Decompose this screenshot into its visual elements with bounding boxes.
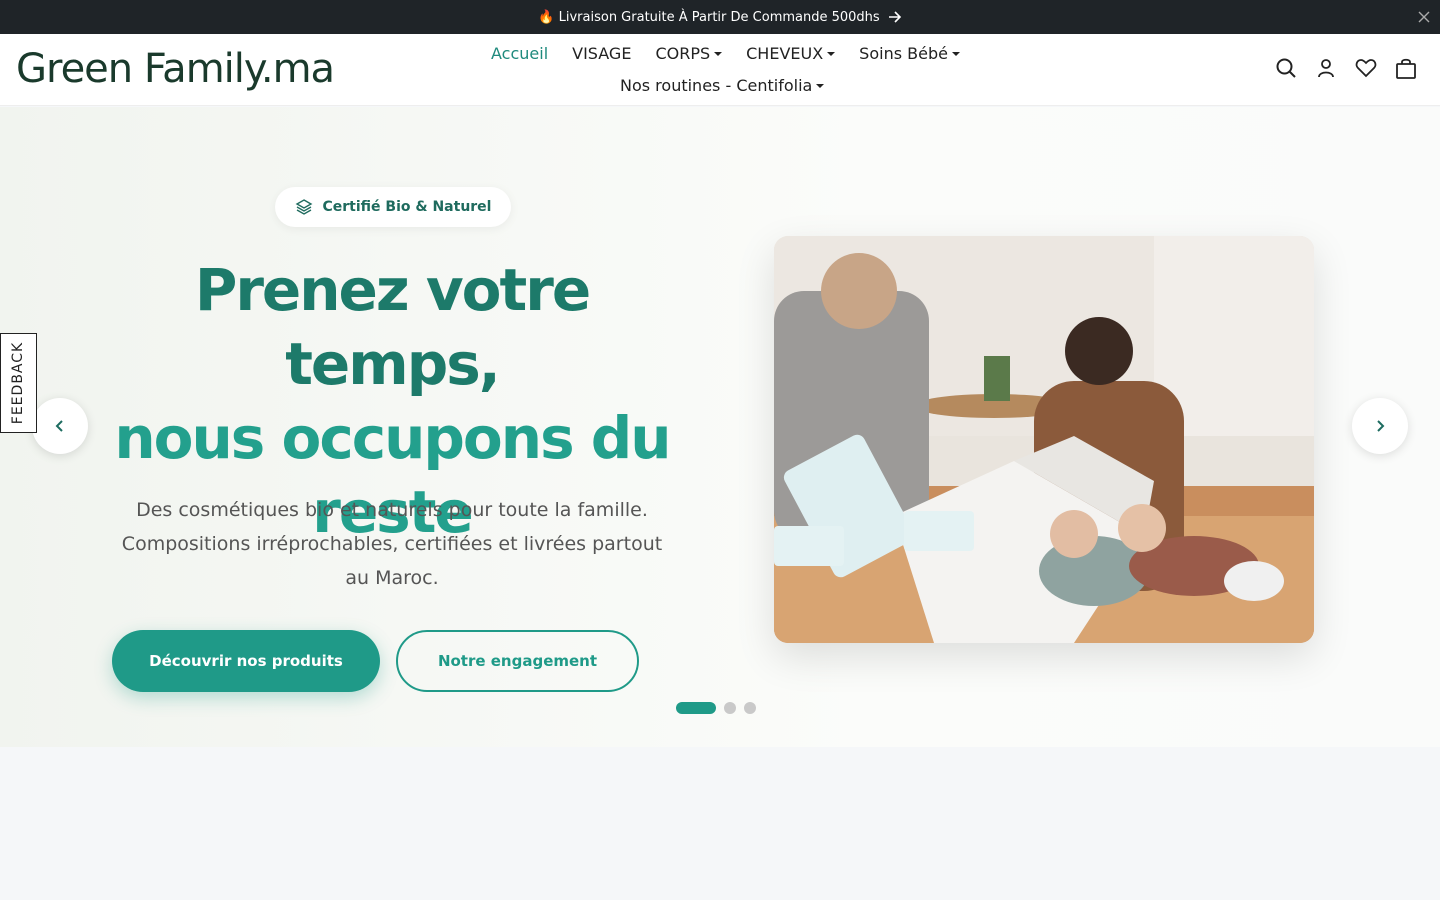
nav-item-cheveux[interactable]: CHEVEUX [746,44,836,63]
chevron-right-icon [1377,420,1385,432]
wishlist-heart-icon[interactable] [1354,56,1378,80]
caret-down-icon [714,51,723,56]
site-header: Green Family.ma Accueil VISAGE CORPS CHE… [0,34,1440,106]
header-actions [1274,56,1418,80]
nav-item-corps[interactable]: CORPS [655,44,723,63]
caret-down-icon [951,51,960,56]
nav-label: CHEVEUX [746,44,824,63]
main-nav: Accueil VISAGE CORPS CHEVEUX Soins Bébé [491,44,960,63]
close-icon[interactable] [1416,9,1432,25]
announcement-text[interactable]: 🔥 Livraison Gratuite À Partir De Command… [538,10,879,25]
announcement-bar[interactable]: 🔥 Livraison Gratuite À Partir De Command… [0,0,1440,34]
hero-description: Des cosmétiques bio et naturels pour tou… [121,499,663,589]
carousel-dot-2[interactable] [724,702,736,714]
cart-bag-icon[interactable] [1394,56,1418,80]
badge-label: Certifié Bio & Naturel [322,199,492,215]
caret-down-icon [816,83,825,88]
nav-item-soins-bebe[interactable]: Soins Bébé [859,44,960,63]
discover-products-button[interactable]: Découvrir nos produits [112,630,380,692]
nav-label: CORPS [655,44,711,63]
layers-icon [295,199,312,215]
site-logo[interactable]: Green Family.ma [16,46,335,92]
carousel-dot-1[interactable] [676,702,716,714]
nav-item-visage[interactable]: VISAGE [572,44,631,63]
feedback-tab[interactable]: FEEDBACK [0,333,37,433]
carousel-pagination [676,702,756,714]
main-nav-row-2: Nos routines - Centifolia [620,76,825,95]
nav-label: VISAGE [572,44,632,63]
caret-down-icon [827,51,836,56]
certified-badge: Certifié Bio & Naturel [275,187,511,227]
chevron-left-icon [55,420,63,432]
feedback-label: FEEDBACK [10,341,27,425]
carousel-dot-3[interactable] [744,702,756,714]
nav-item-accueil[interactable]: Accueil [491,44,548,63]
arrow-right-icon [888,10,902,24]
account-icon[interactable] [1314,56,1338,80]
hero-image [774,236,1314,643]
nav-item-routines[interactable]: Nos routines - Centifolia [620,76,825,95]
carousel-prev-button[interactable] [32,398,88,454]
carousel-next-button[interactable] [1352,398,1408,454]
search-icon[interactable] [1274,56,1298,80]
headline-line-2: nous occupons du [114,404,671,472]
headline-line-1: Prenez votre temps, [194,256,591,398]
our-commitment-button[interactable]: Notre engagement [396,630,639,692]
hero-section: Certifié Bio & Naturel Prenez votre temp… [0,107,1440,747]
nav-label: Soins Bébé [859,44,948,63]
nav-label: Nos routines - Centifolia [620,76,813,95]
nav-label: Accueil [491,44,549,63]
